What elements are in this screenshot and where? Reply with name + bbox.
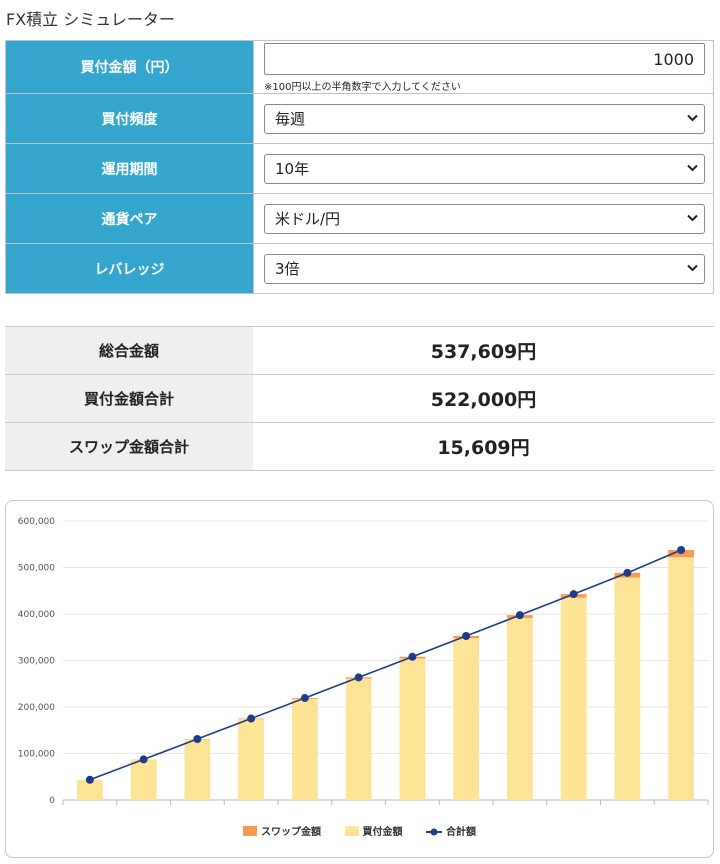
purchase-bar <box>238 719 265 800</box>
frequency-selected: 毎週 <box>275 109 306 128</box>
total-value: 537,609円 <box>253 326 714 375</box>
leverage-row: レバレッジ 3倍 <box>5 243 714 294</box>
amount-label: 買付金額（円） <box>5 40 254 94</box>
pair-label: 通貨ペア <box>5 193 254 244</box>
purchase-bar <box>614 577 641 800</box>
y-tick-label: 500,000 <box>18 564 55 574</box>
pair-select[interactable]: 米ドル/円 <box>264 203 705 234</box>
total-point <box>354 673 363 682</box>
purchase-bar <box>130 759 157 800</box>
chevron-down-icon <box>687 164 698 171</box>
y-tick-label: 400,000 <box>18 610 55 620</box>
result-row-swap: スワップ金額合計 15,609円 <box>5 422 714 471</box>
purchase-bar <box>506 617 533 800</box>
chart-legend: スワップ金額 買付金額 合計額 <box>6 823 713 838</box>
period-label: 運用期間 <box>5 143 254 194</box>
result-table: 総合金額 537,609円 買付金額合計 522,000円 スワップ金額合計 1… <box>5 326 714 471</box>
total-point <box>569 590 578 599</box>
y-tick-label: 200,000 <box>18 703 55 713</box>
legend-total-label: 合計額 <box>445 827 476 838</box>
purchase-bar <box>291 698 318 800</box>
legend-total[interactable]: 合計額 <box>425 823 476 838</box>
stacked-bar-chart: 0 100,000 200,000 300,000 400,000 500,000 600,… <box>18 517 709 806</box>
total-point <box>462 631 471 640</box>
legend-purchase[interactable]: 買付金額 <box>344 823 403 838</box>
swap-total-label: スワップ金額合計 <box>5 422 253 471</box>
total-point <box>85 775 94 784</box>
period-row: 運用期間 10年 <box>5 143 714 194</box>
chevron-down-icon <box>687 114 698 121</box>
leverage-selected: 3倍 <box>275 259 300 278</box>
frequency-cell: 毎週 <box>253 93 714 144</box>
y-tick-label: 0 <box>49 796 55 806</box>
pair-cell: 米ドル/円 <box>253 193 714 244</box>
total-label: 総合金額 <box>5 326 253 375</box>
amount-input[interactable] <box>264 43 705 75</box>
purchase-bar <box>184 739 211 800</box>
legend-swap-label: スワップ金額 <box>261 827 322 838</box>
total-point <box>300 694 309 703</box>
purchase-bar <box>345 678 372 800</box>
leverage-cell: 3倍 <box>253 243 714 294</box>
total-point <box>515 611 524 620</box>
legend-purchase-label: 買付金額 <box>362 827 403 838</box>
result-row-purchase: 買付金額合計 522,000円 <box>5 374 714 423</box>
legend-swap[interactable]: スワップ金額 <box>243 823 321 838</box>
pair-row: 通貨ペア 米ドル/円 <box>5 193 714 244</box>
purchase-total-value: 522,000円 <box>253 374 714 423</box>
purchase-bar <box>453 638 480 800</box>
total-point <box>193 734 202 743</box>
purchase-bar <box>560 597 587 800</box>
amount-hint: ※100円以上の半角数字で入力してください <box>264 82 461 93</box>
legend-swap-swatch <box>243 826 258 836</box>
amount-row: 買付金額（円） ※100円以上の半角数字で入力してください <box>5 40 714 94</box>
chevron-down-icon <box>687 264 698 271</box>
purchase-bar <box>668 557 695 800</box>
pair-selected: 米ドル/円 <box>275 209 341 228</box>
y-tick-label: 100,000 <box>18 750 55 760</box>
purchase-bar <box>399 658 426 800</box>
leverage-label: レバレッジ <box>5 243 254 294</box>
chevron-down-icon <box>687 214 698 221</box>
total-point <box>247 714 256 723</box>
total-point <box>139 755 148 764</box>
total-point <box>408 652 417 661</box>
total-line <box>89 549 682 781</box>
legend-total-marker <box>425 828 442 836</box>
amount-cell: ※100円以上の半角数字で入力してください <box>253 40 714 94</box>
purchase-total-label: 買付金額合計 <box>5 374 253 423</box>
period-select[interactable]: 10年 <box>264 153 705 184</box>
frequency-label: 買付頻度 <box>5 93 254 144</box>
leverage-select[interactable]: 3倍 <box>264 253 705 284</box>
page-title: FX積立 シミュレーター <box>6 10 175 29</box>
legend-purchase-swatch <box>344 826 359 836</box>
y-tick-label: 600,000 <box>18 517 55 527</box>
frequency-row: 買付頻度 毎週 <box>5 93 714 144</box>
period-cell: 10年 <box>253 143 714 194</box>
y-tick-label: 300,000 <box>18 657 55 667</box>
frequency-select[interactable]: 毎週 <box>264 103 705 134</box>
period-selected: 10年 <box>275 159 310 178</box>
total-point <box>677 546 686 555</box>
input-form: 買付金額（円） ※100円以上の半角数字で入力してください 買付頻度 毎週 運用… <box>5 40 714 294</box>
chart-panel: 0 100,000 200,000 300,000 400,000 500,000 600,… <box>5 500 714 858</box>
total-point <box>623 568 632 577</box>
swap-total-value: 15,609円 <box>253 422 714 471</box>
result-row-total: 総合金額 537,609円 <box>5 326 714 375</box>
